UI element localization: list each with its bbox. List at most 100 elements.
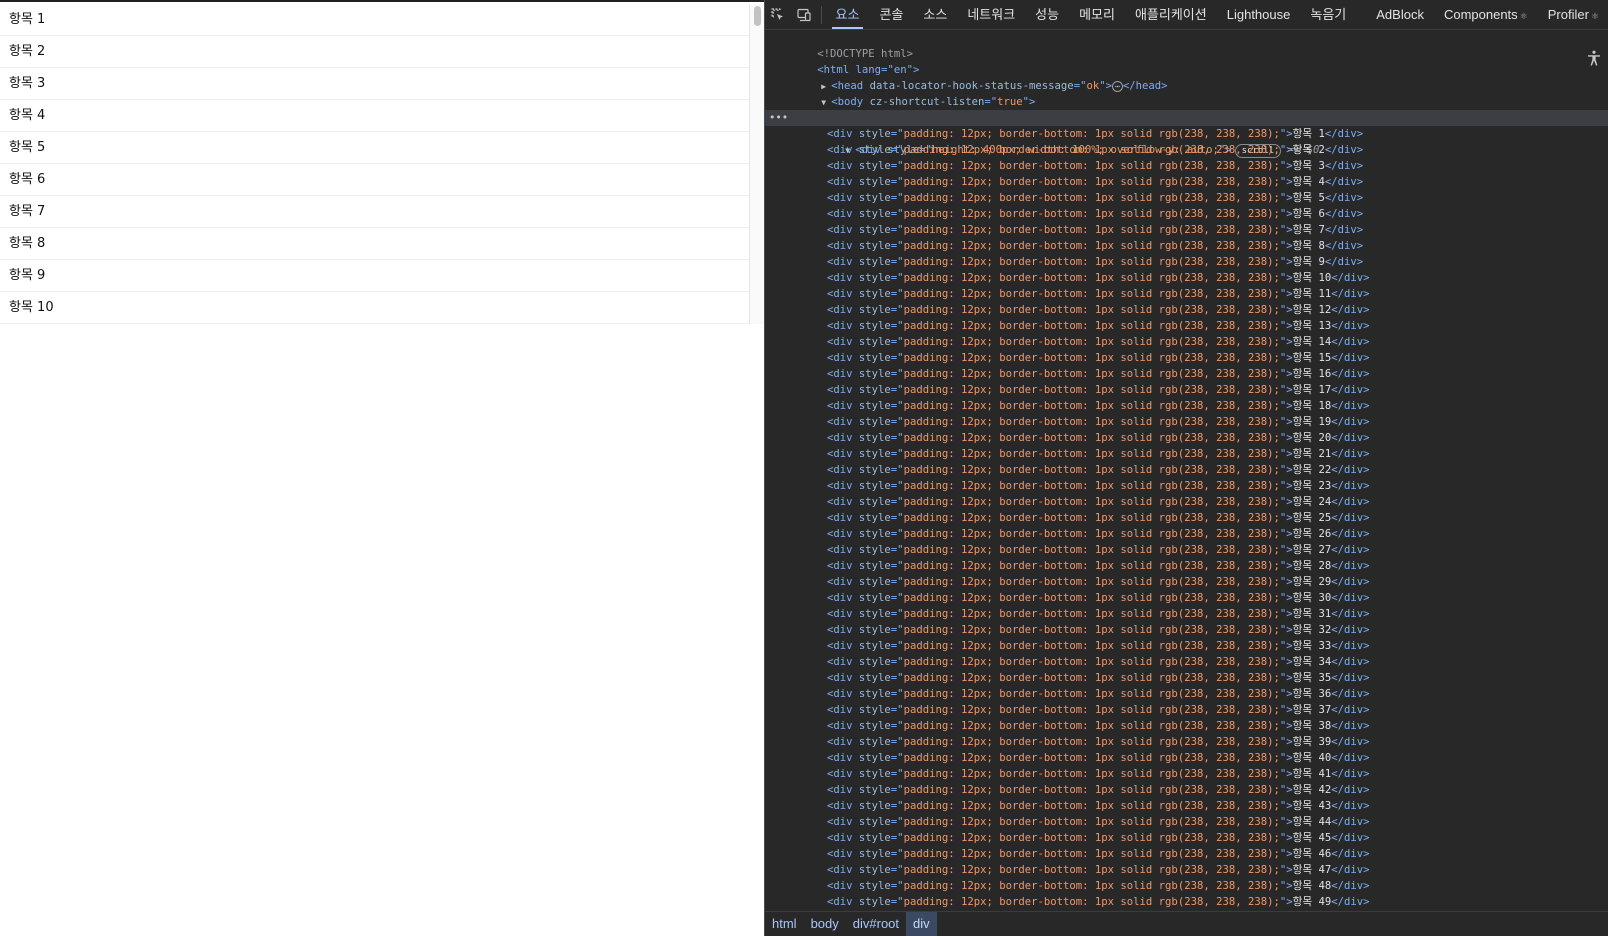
- dom-line-doctype[interactable]: <!DOCTYPE html>: [765, 30, 1608, 60]
- tab-11[interactable]: Components ⚛: [1434, 0, 1538, 29]
- accessibility-icon[interactable]: [1584, 48, 1604, 68]
- dom-line-child[interactable]: <div style="padding: 12px; border-bottom…: [765, 622, 1608, 638]
- breadcrumb-item[interactable]: html: [765, 912, 804, 936]
- dom-line-child[interactable]: <div style="padding: 12px; border-bottom…: [765, 766, 1608, 782]
- tab-9[interactable]: 녹음기: [1300, 0, 1356, 29]
- breadcrumb-item[interactable]: body: [804, 912, 846, 936]
- dom-line-child[interactable]: <div style="padding: 12px; border-bottom…: [765, 494, 1608, 510]
- dom-line-child[interactable]: <div style="padding: 12px; border-bottom…: [765, 142, 1608, 158]
- tab-12[interactable]: Profiler ⚛: [1538, 0, 1608, 29]
- dom-line-child[interactable]: <div style="padding: 12px; border-bottom…: [765, 606, 1608, 622]
- child-style-value: padding: 12px; border-bottom: 1px solid …: [903, 752, 1280, 764]
- dom-line-head[interactable]: ▶ <head data-locator-hook-status-message=…: [765, 62, 1608, 92]
- tab-7[interactable]: 애플리케이션: [1125, 0, 1217, 29]
- more-options-icon[interactable]: •••: [769, 110, 788, 126]
- dom-line-child[interactable]: <div style="padding: 12px; border-bottom…: [765, 430, 1608, 446]
- child-text-prefix: 항목: [1292, 768, 1313, 780]
- dom-line-child[interactable]: <div style="padding: 12px; border-bottom…: [765, 254, 1608, 270]
- dom-line-html[interactable]: <html lang="en">: [765, 46, 1608, 76]
- breadcrumb-item[interactable]: div: [906, 912, 937, 936]
- dom-line-child[interactable]: <div style="padding: 12px; border-bottom…: [765, 462, 1608, 478]
- dom-line-child[interactable]: <div style="padding: 12px; border-bottom…: [765, 174, 1608, 190]
- dom-line-child[interactable]: <div style="padding: 12px; border-bottom…: [765, 478, 1608, 494]
- dom-line-child[interactable]: <div style="padding: 12px; border-bottom…: [765, 686, 1608, 702]
- dom-line-child[interactable]: <div style="padding: 12px; border-bottom…: [765, 206, 1608, 222]
- scroll-container[interactable]: 항목 1 항목 2 항목 3 항목 4 항목 5 항목 6 항목 7 항목 8 항목 9 항목 1…: [0, 4, 764, 324]
- dom-line-child[interactable]: <div style="padding: 12px; border-bottom…: [765, 526, 1608, 542]
- dom-tree[interactable]: <!DOCTYPE html> <html lang="en"> ▶ <head …: [765, 30, 1608, 911]
- dom-line-selected[interactable]: ••• ▼ <div style="height: 400px; width: 1…: [765, 110, 1608, 158]
- tab-1[interactable]: 요소: [826, 0, 870, 29]
- child-text-prefix: 항목: [1292, 192, 1313, 204]
- dom-line-child[interactable]: <div style="padding: 12px; border-bottom…: [765, 158, 1608, 174]
- dom-line-child[interactable]: <div style="padding: 12px; border-bottom…: [765, 302, 1608, 318]
- breadcrumb-item[interactable]: div#root: [846, 912, 906, 936]
- tab-5[interactable]: 성능: [1025, 0, 1069, 29]
- dom-line-child[interactable]: <div style="padding: 12px; border-bottom…: [765, 878, 1608, 894]
- scrollbar-track[interactable]: [749, 4, 764, 324]
- scrollbar-thumb[interactable]: [754, 6, 761, 26]
- dom-line-child[interactable]: <div style="padding: 12px; border-bottom…: [765, 702, 1608, 718]
- dom-line-child[interactable]: <div style="padding: 12px; border-bottom…: [765, 734, 1608, 750]
- tab-label: 애플리케이션: [1134, 7, 1207, 22]
- dom-line-child[interactable]: <div style="padding: 12px; border-bottom…: [765, 126, 1608, 142]
- dom-line-child[interactable]: <div style="padding: 12px; border-bottom…: [765, 510, 1608, 526]
- dom-line-child[interactable]: <div style="padding: 12px; border-bottom…: [765, 654, 1608, 670]
- dom-line-child[interactable]: <div style="padding: 12px; border-bottom…: [765, 222, 1608, 238]
- child-text-prefix: 항목: [1292, 480, 1313, 492]
- dom-line-child[interactable]: <div style="padding: 12px; border-bottom…: [765, 846, 1608, 862]
- tab-10[interactable]: AdBlock: [1366, 0, 1434, 29]
- dom-line-child[interactable]: <div style="padding: 12px; border-bottom…: [765, 862, 1608, 878]
- dom-line-child[interactable]: <div style="padding: 12px; border-bottom…: [765, 894, 1608, 910]
- dom-line-root[interactable]: ▼<div id="root">: [765, 94, 1608, 124]
- device-toolbar-icon[interactable]: [791, 0, 817, 29]
- tab-6[interactable]: 메모리: [1069, 0, 1125, 29]
- dom-line-child[interactable]: <div style="padding: 12px; border-bottom…: [765, 670, 1608, 686]
- dom-line-child[interactable]: <div style="padding: 12px; border-bottom…: [765, 798, 1608, 814]
- child-text-number: 11: [1318, 288, 1332, 300]
- child-text-number: 22: [1318, 464, 1332, 476]
- tab-label: Lighthouse: [1226, 7, 1291, 22]
- dom-line-child[interactable]: <div style="padding: 12px; border-bottom…: [765, 334, 1608, 350]
- dom-line-child[interactable]: <div style="padding: 12px; border-bottom…: [765, 270, 1608, 286]
- dom-line-child[interactable]: <div style="padding: 12px; border-bottom…: [765, 350, 1608, 366]
- dom-line-child[interactable]: <div style="padding: 12px; border-bottom…: [765, 750, 1608, 766]
- dom-line-child[interactable]: <div style="padding: 12px; border-bottom…: [765, 814, 1608, 830]
- dom-line-child[interactable]: <div style="padding: 12px; border-bottom…: [765, 574, 1608, 590]
- dom-line-child[interactable]: <div style="padding: 12px; border-bottom…: [765, 542, 1608, 558]
- dom-line-child[interactable]: <div style="padding: 12px; border-bottom…: [765, 782, 1608, 798]
- child-text-prefix: 항목: [1292, 208, 1313, 220]
- dom-line-child[interactable]: <div style="padding: 12px; border-bottom…: [765, 190, 1608, 206]
- list-item: 항목 2: [0, 36, 749, 68]
- dom-line-child[interactable]: <div style="padding: 12px; border-bottom…: [765, 318, 1608, 334]
- dom-line-child[interactable]: <div style="padding: 12px; border-bottom…: [765, 414, 1608, 430]
- child-style-value: padding: 12px; border-bottom: 1px solid …: [903, 272, 1280, 284]
- child-text-number: 48: [1318, 880, 1332, 892]
- dom-line-child[interactable]: <div style="padding: 12px; border-bottom…: [765, 382, 1608, 398]
- child-lines: <div style="padding: 12px; border-bottom…: [765, 126, 1608, 911]
- dom-line-child[interactable]: <div style="padding: 12px; border-bottom…: [765, 718, 1608, 734]
- dom-line-child[interactable]: <div style="padding: 12px; border-bottom…: [765, 830, 1608, 846]
- dom-line-child[interactable]: <div style="padding: 12px; border-bottom…: [765, 446, 1608, 462]
- child-style-value: padding: 12px; border-bottom: 1px solid …: [903, 384, 1280, 396]
- dom-line-child[interactable]: <div style="padding: 12px; border-bottom…: [765, 398, 1608, 414]
- dom-line-child[interactable]: <div style="padding: 12px; border-bottom…: [765, 590, 1608, 606]
- tab-2[interactable]: 콘솔: [869, 0, 913, 29]
- inspect-element-icon[interactable]: [765, 0, 791, 29]
- child-text-number: 33: [1318, 640, 1332, 652]
- dom-line-child[interactable]: <div style="padding: 12px; border-bottom…: [765, 558, 1608, 574]
- tab-4[interactable]: 네트워크: [957, 0, 1025, 29]
- dom-line-child[interactable]: <div style="padding: 12px; border-bottom…: [765, 366, 1608, 382]
- dom-line-child[interactable]: <div style="padding: 12px; border-bottom…: [765, 238, 1608, 254]
- child-text-number: 26: [1318, 528, 1332, 540]
- tab-3[interactable]: 소스: [913, 0, 957, 29]
- dom-line-child[interactable]: <div style="padding: 12px; border-bottom…: [765, 286, 1608, 302]
- tab-8[interactable]: Lighthouse: [1217, 0, 1301, 29]
- dom-line-child[interactable]: <div style="padding: 12px; border-bottom…: [765, 638, 1608, 654]
- child-text-number: 46: [1318, 848, 1332, 860]
- child-text-number: 35: [1318, 672, 1332, 684]
- dom-line-body[interactable]: ▼ <body cz-shortcut-listen="true">: [765, 78, 1608, 108]
- child-text-number: 39: [1318, 736, 1332, 748]
- child-style-value: padding: 12px; border-bottom: 1px solid …: [903, 448, 1280, 460]
- child-style-value: padding: 12px; border-bottom: 1px solid …: [903, 720, 1280, 732]
